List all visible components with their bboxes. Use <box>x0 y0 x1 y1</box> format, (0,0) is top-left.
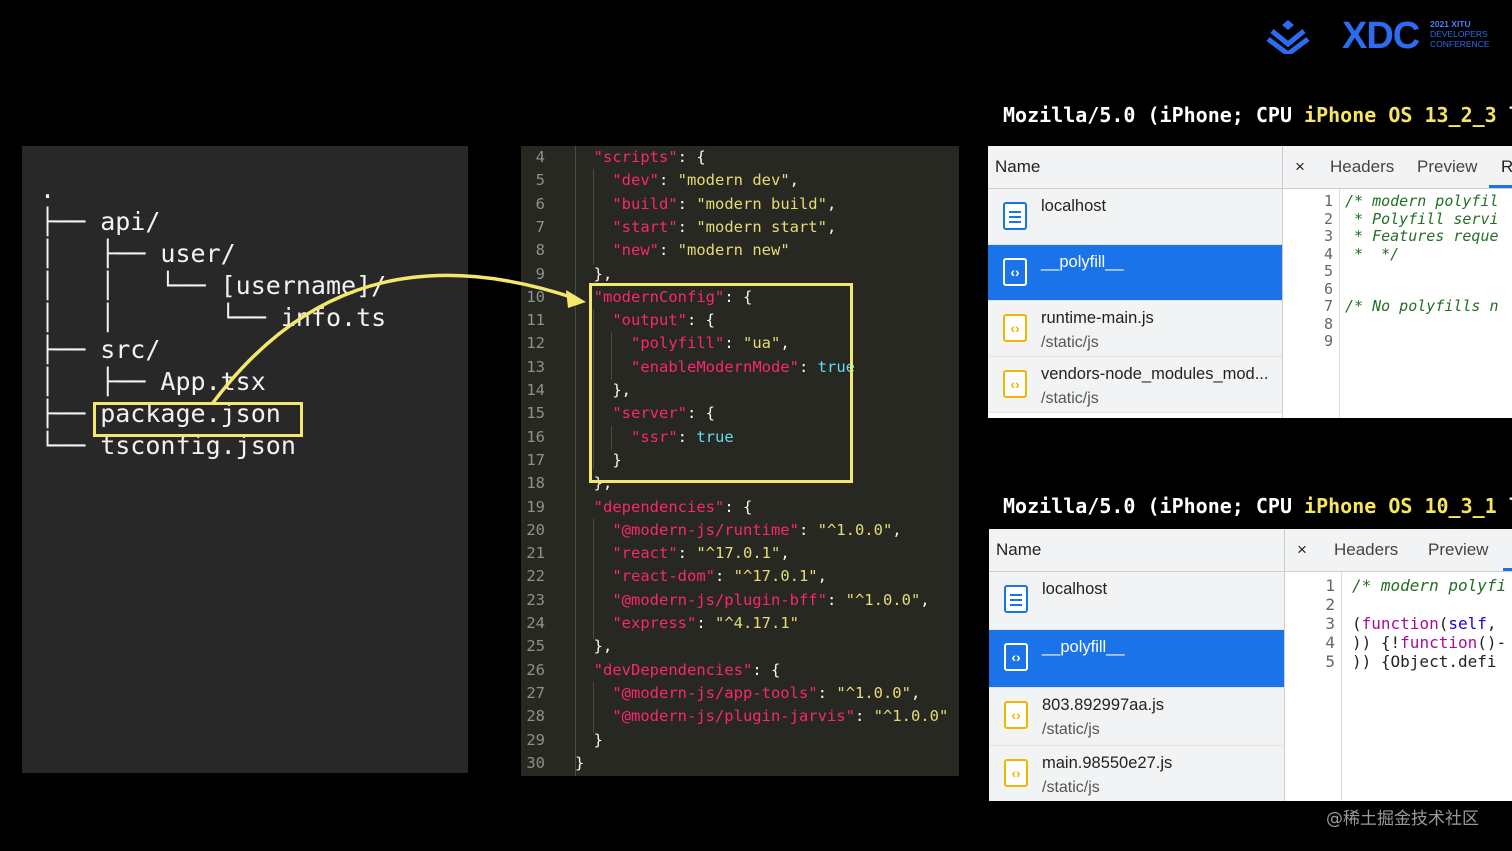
user-agent-heading-2: Mozilla/5.0 (iPhone; CPU iPhone OS 10_3_… <box>1003 494 1512 518</box>
tab-preview[interactable]: Preview <box>1417 146 1477 188</box>
script-icon <box>1004 701 1028 729</box>
tab-response[interactable]: R <box>1501 146 1512 188</box>
request-row-polyfill[interactable]: __polyfill__ <box>989 630 1284 688</box>
tab-preview[interactable]: Preview <box>1428 529 1488 571</box>
request-list: Name localhost __polyfill__ 803.892997aa… <box>989 529 1285 801</box>
close-icon[interactable]: × <box>1295 146 1305 188</box>
script-icon <box>1003 258 1027 286</box>
request-row-803-js[interactable]: 803.892997aa.js /static/js <box>989 688 1284 746</box>
script-icon <box>1004 643 1028 671</box>
script-icon <box>1004 759 1028 787</box>
request-list: Name localhost __polyfill__ runtime-main… <box>988 146 1283 418</box>
request-row-main-js[interactable]: main.98550e27.js /static/js <box>989 746 1284 801</box>
name-column-header[interactable]: Name <box>989 529 1284 572</box>
response-code: /* modern polyfi (function(self,)) {!fun… <box>1352 576 1507 671</box>
name-column-header[interactable]: Name <box>988 146 1282 189</box>
response-code: /* modern polyfil * Polyfill servi * Fea… <box>1345 192 1499 315</box>
user-agent-heading-1: Mozilla/5.0 (iPhone; CPU iPhone OS 13_2_… <box>1003 103 1512 127</box>
devtools-network-panel-2: Name localhost __polyfill__ 803.892997aa… <box>989 529 1512 801</box>
tab-headers[interactable]: Headers <box>1334 529 1398 571</box>
devtools-network-panel-1: Name localhost __polyfill__ runtime-main… <box>988 146 1512 418</box>
request-row-localhost[interactable]: localhost <box>988 189 1282 245</box>
document-icon <box>1004 585 1028 613</box>
request-row-localhost[interactable]: localhost <box>989 572 1284 630</box>
line-gutter: 123 45 <box>1285 572 1342 801</box>
close-icon[interactable]: × <box>1297 529 1307 571</box>
detail-tabs: × Headers Preview R <box>1283 146 1512 189</box>
line-gutter: 123 456 789 <box>1283 189 1340 418</box>
tab-headers[interactable]: Headers <box>1330 146 1394 188</box>
document-icon <box>1003 202 1027 230</box>
request-row-vendors[interactable]: vendors-node_modules_mod... /static/js <box>988 357 1282 413</box>
script-icon <box>1003 314 1027 342</box>
watermark: @稀土掘金技术社区 <box>1326 809 1479 829</box>
script-icon <box>1003 370 1027 398</box>
detail-tabs: × Headers Preview <box>1285 529 1512 572</box>
request-row-polyfill[interactable]: __polyfill__ <box>988 245 1282 301</box>
request-row-runtime-main[interactable]: runtime-main.js /static/js <box>988 301 1282 357</box>
